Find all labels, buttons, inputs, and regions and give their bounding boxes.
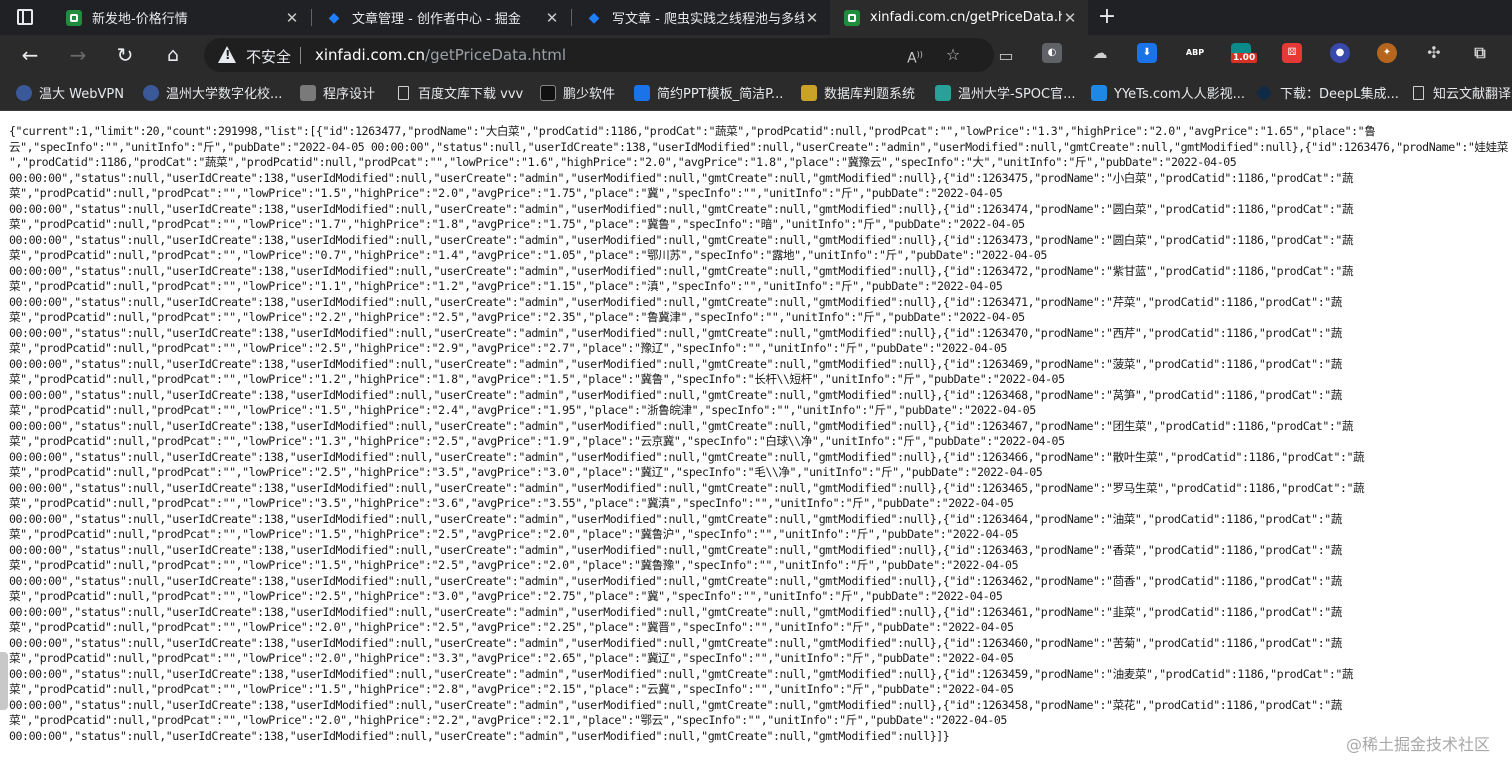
json-response-text: {"current":1,"limit":20,"count":291998,"… (9, 124, 1508, 743)
globe-extension-icon[interactable]: ● (1330, 43, 1350, 63)
bookmark-db-judge[interactable]: 数据库判题系统 (801, 75, 915, 110)
tab-juejin-write[interactable]: ◆ 写文章 - 爬虫实践之线程池与多线 ✕ (572, 0, 830, 35)
tab-actions-icon[interactable] (17, 9, 33, 25)
bookmark-label: 温大 WebVPN (39, 87, 124, 102)
badge-icon[interactable]: 1.00 (1231, 43, 1258, 63)
bookmark-pengshao[interactable]: 鹏少软件 (540, 75, 615, 110)
close-tab-icon[interactable]: ✕ (1062, 9, 1078, 27)
new-tab-icon[interactable]: + (1095, 4, 1119, 30)
bookmark-label: 知云文献翻译 (1433, 87, 1512, 102)
address-bar[interactable]: 不安全 xinfadi.com.cn/getPriceData.html A))… (204, 38, 994, 72)
page-icon (1413, 85, 1424, 100)
tab-title: 写文章 - 爬虫实践之线程池与多线 (612, 12, 804, 27)
bookmark-baidu-wenku[interactable]: 百度文库下载 vvv (398, 75, 523, 110)
page-icon (398, 85, 409, 100)
bookmark-wzu-digital[interactable]: 温州大学数字化校... (143, 75, 282, 110)
bookmark-label: 鹏少软件 (563, 87, 616, 102)
home-icon[interactable]: ⌂ (159, 41, 187, 69)
bookmark-programming[interactable]: 程序设计 (300, 75, 375, 110)
security-status[interactable]: 不安全 (246, 46, 291, 67)
bookmark-label: 温州大学-SPOC官... (958, 87, 1076, 102)
cookie-icon[interactable]: ✦ (1377, 43, 1397, 63)
close-tab-icon[interactable]: ✕ (544, 9, 560, 27)
xinfadi-favicon-icon (844, 9, 860, 26)
program-icon (300, 84, 316, 101)
tab-strip: 新发地-价格行情 ✕ ◆ 文章管理 - 创作者中心 - 掘金 ✕ ◆ 写文章 -… (0, 0, 1512, 35)
abp-icon[interactable]: ABP (1185, 43, 1205, 63)
extension-puzzle-icon[interactable]: ◐ (1042, 43, 1062, 63)
tab-title: xinfadi.com.cn/getPriceData.htm (870, 10, 1062, 25)
navigation-toolbar: ← → ↻ ⌂ 不安全 xinfadi.com.cn/getPriceData.… (0, 35, 1512, 75)
wzu-logo-icon (16, 84, 32, 101)
deepl-logo-icon (1255, 84, 1273, 101)
spoc-book-icon (935, 84, 951, 101)
badge-label: 1.00 (1231, 53, 1258, 63)
url-path: /getPriceData.html (425, 46, 567, 64)
bookmarks-bar: 温大 WebVPN 温州大学数字化校... 程序设计 百度文库下载 vvv 鹏少… (0, 75, 1512, 111)
bookmark-label: 程序设计 (323, 87, 376, 102)
bookmark-zhiyun[interactable]: 知云文献翻译 (1413, 75, 1511, 110)
add-favorite-icon[interactable]: ☆ (942, 44, 964, 66)
close-tab-icon[interactable]: ✕ (804, 9, 820, 27)
bookmark-label: YYeTs.com人人影视... (1114, 87, 1246, 102)
refresh-icon[interactable]: ↻ (111, 41, 139, 69)
forward-arrow-icon[interactable]: → (64, 41, 92, 69)
dice-icon[interactable]: ⚄ (1282, 43, 1302, 63)
juejin-favicon-icon: ◆ (588, 9, 600, 26)
tab-getpricedata[interactable]: xinfadi.com.cn/getPriceData.htm ✕ (830, 0, 1088, 35)
xinfadi-favicon-icon (66, 9, 82, 26)
bookmark-deepl[interactable]: 下载：DeepL集成... (1255, 75, 1399, 110)
back-arrow-icon[interactable]: ← (16, 41, 44, 69)
watermark: @稀土掘金技术社区 (1345, 735, 1490, 754)
read-aloud-icon[interactable]: A)) (904, 44, 926, 67)
tab-title: 新发地-价格行情 (92, 12, 188, 27)
bookmark-ppt[interactable]: 简约PPT模板_简洁P... (634, 75, 783, 110)
bookmark-label: 温州大学数字化校... (166, 87, 283, 102)
immersive-reader-icon[interactable]: ▭ (995, 45, 1017, 67)
bookmark-yyets[interactable]: YYeTs.com人人影视... (1091, 75, 1245, 110)
download-extension-icon[interactable]: ⬇ (1137, 43, 1157, 63)
bookmark-label: 下载：DeepL集成... (1280, 87, 1399, 102)
cloud-extension-icon[interactable]: ☁ (1090, 43, 1110, 63)
tab-title: 文章管理 - 创作者中心 - 掘金 (352, 12, 521, 27)
bookmark-label: 数据库判题系统 (824, 87, 916, 102)
terminal-icon (540, 84, 556, 101)
url-host: xinfadi.com.cn (315, 46, 426, 64)
side-feedback-tab[interactable] (0, 652, 8, 710)
bookmark-label: 简约PPT模板_简洁P... (657, 87, 784, 102)
page-content: {"current":1,"limit":20,"count":291998,"… (9, 124, 1512, 764)
bookmark-wzu-spoc[interactable]: 温州大学-SPOC官... (935, 75, 1076, 110)
ppt-logo-icon (634, 84, 650, 101)
yyets-logo-icon (1091, 84, 1107, 101)
close-tab-icon[interactable]: ✕ (284, 9, 300, 27)
juejin-favicon-icon: ◆ (328, 9, 340, 26)
not-secure-warning-icon[interactable] (218, 46, 236, 63)
address-divider (300, 47, 301, 64)
extensions-icon[interactable]: ✣ (1424, 43, 1444, 63)
db-judge-icon (801, 84, 817, 101)
bookmark-label: 百度文库下载 vvv (418, 87, 524, 102)
collections-icon[interactable]: ⧉ (1470, 43, 1490, 63)
tab-juejin-articles[interactable]: ◆ 文章管理 - 创作者中心 - 掘金 ✕ (312, 0, 570, 35)
url-text[interactable]: xinfadi.com.cn/getPriceData.html (315, 46, 566, 64)
wzu-logo-icon (143, 84, 159, 101)
tab-xinfadi-price[interactable]: 新发地-价格行情 ✕ (52, 0, 310, 35)
bookmark-wzu-webvpn[interactable]: 温大 WebVPN (16, 75, 124, 110)
abp-label: ABP (1185, 48, 1205, 57)
